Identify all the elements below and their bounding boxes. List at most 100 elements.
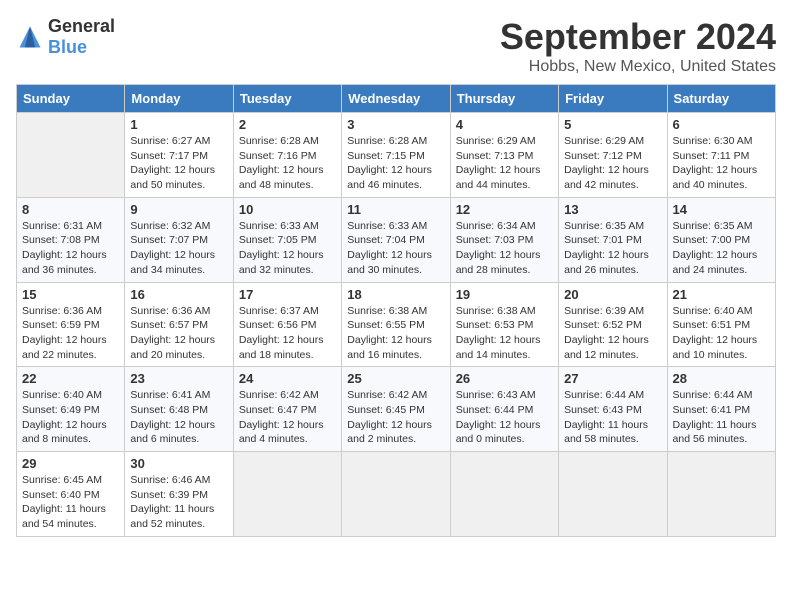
calendar-day <box>233 452 341 537</box>
calendar-day: 27 Sunrise: 6:44 AMSunset: 6:43 PMDayligh… <box>559 367 667 452</box>
calendar-day: 29 Sunrise: 6:45 AMSunset: 6:40 PMDayligh… <box>17 452 125 537</box>
calendar-header-tuesday: Tuesday <box>233 85 341 113</box>
day-detail: Sunrise: 6:34 AMSunset: 7:03 PMDaylight:… <box>456 219 553 278</box>
day-detail: Sunrise: 6:42 AMSunset: 6:47 PMDaylight:… <box>239 388 336 447</box>
calendar-day: 8 Sunrise: 6:31 AMSunset: 7:08 PMDaylight… <box>17 197 125 282</box>
day-detail: Sunrise: 6:46 AMSunset: 6:39 PMDaylight:… <box>130 473 227 532</box>
day-detail: Sunrise: 6:27 AMSunset: 7:17 PMDaylight:… <box>130 134 227 193</box>
calendar-header-saturday: Saturday <box>667 85 775 113</box>
calendar-day: 10 Sunrise: 6:33 AMSunset: 7:05 PMDayligh… <box>233 197 341 282</box>
calendar-day: 28 Sunrise: 6:44 AMSunset: 6:41 PMDayligh… <box>667 367 775 452</box>
calendar-day: 17 Sunrise: 6:37 AMSunset: 6:56 PMDayligh… <box>233 282 341 367</box>
day-number: 27 <box>564 371 661 386</box>
calendar-day: 13 Sunrise: 6:35 AMSunset: 7:01 PMDayligh… <box>559 197 667 282</box>
calendar-day: 25 Sunrise: 6:42 AMSunset: 6:45 PMDayligh… <box>342 367 450 452</box>
calendar-week-row: 8 Sunrise: 6:31 AMSunset: 7:08 PMDaylight… <box>17 197 776 282</box>
day-detail: Sunrise: 6:35 AMSunset: 7:01 PMDaylight:… <box>564 219 661 278</box>
calendar-day <box>667 452 775 537</box>
calendar-week-row: 15 Sunrise: 6:36 AMSunset: 6:59 PMDayligh… <box>17 282 776 367</box>
day-detail: Sunrise: 6:29 AMSunset: 7:13 PMDaylight:… <box>456 134 553 193</box>
day-number: 29 <box>22 456 119 471</box>
calendar-day <box>559 452 667 537</box>
day-detail: Sunrise: 6:30 AMSunset: 7:11 PMDaylight:… <box>673 134 770 193</box>
calendar-table: SundayMondayTuesdayWednesdayThursdayFrid… <box>16 84 776 537</box>
calendar-week-row: 22Sunrise: 6:40 AMSunset: 6:49 PMDayligh… <box>17 367 776 452</box>
calendar-day: 24Sunrise: 6:42 AMSunset: 6:47 PMDayligh… <box>233 367 341 452</box>
day-detail: Sunrise: 6:40 AMSunset: 6:51 PMDaylight:… <box>673 304 770 363</box>
day-detail: Sunrise: 6:36 AMSunset: 6:57 PMDaylight:… <box>130 304 227 363</box>
day-number: 18 <box>347 287 444 302</box>
day-detail: Sunrise: 6:39 AMSunset: 6:52 PMDaylight:… <box>564 304 661 363</box>
calendar-day: 18 Sunrise: 6:38 AMSunset: 6:55 PMDayligh… <box>342 282 450 367</box>
calendar-day: 16 Sunrise: 6:36 AMSunset: 6:57 PMDayligh… <box>125 282 233 367</box>
day-number: 21 <box>673 287 770 302</box>
day-number: 20 <box>564 287 661 302</box>
calendar-day: 21 Sunrise: 6:40 AMSunset: 6:51 PMDayligh… <box>667 282 775 367</box>
day-detail: Sunrise: 6:33 AMSunset: 7:05 PMDaylight:… <box>239 219 336 278</box>
logo: General Blue <box>16 16 115 58</box>
calendar-day: 19 Sunrise: 6:38 AMSunset: 6:53 PMDayligh… <box>450 282 558 367</box>
day-number: 9 <box>130 202 227 217</box>
month-title: September 2024 <box>500 16 776 58</box>
day-detail: Sunrise: 6:29 AMSunset: 7:12 PMDaylight:… <box>564 134 661 193</box>
day-detail: Sunrise: 6:28 AMSunset: 7:15 PMDaylight:… <box>347 134 444 193</box>
day-detail: Sunrise: 6:44 AMSunset: 6:43 PMDaylight:… <box>564 388 661 447</box>
calendar-day: 14 Sunrise: 6:35 AMSunset: 7:00 PMDayligh… <box>667 197 775 282</box>
day-number: 12 <box>456 202 553 217</box>
day-number: 22 <box>22 371 119 386</box>
day-number: 23 <box>130 371 227 386</box>
calendar-day: 23 Sunrise: 6:41 AMSunset: 6:48 PMDayligh… <box>125 367 233 452</box>
day-detail: Sunrise: 6:31 AMSunset: 7:08 PMDaylight:… <box>22 219 119 278</box>
calendar-day: 12 Sunrise: 6:34 AMSunset: 7:03 PMDayligh… <box>450 197 558 282</box>
calendar-day: 6 Sunrise: 6:30 AMSunset: 7:11 PMDaylight… <box>667 113 775 198</box>
day-detail: Sunrise: 6:43 AMSunset: 6:44 PMDaylight:… <box>456 388 553 447</box>
day-detail: Sunrise: 6:45 AMSunset: 6:40 PMDaylight:… <box>22 473 119 532</box>
day-detail: Sunrise: 6:32 AMSunset: 7:07 PMDaylight:… <box>130 219 227 278</box>
day-detail: Sunrise: 6:37 AMSunset: 6:56 PMDaylight:… <box>239 304 336 363</box>
calendar-header-sunday: Sunday <box>17 85 125 113</box>
calendar-day <box>17 113 125 198</box>
day-number: 13 <box>564 202 661 217</box>
day-detail: Sunrise: 6:42 AMSunset: 6:45 PMDaylight:… <box>347 388 444 447</box>
day-detail: Sunrise: 6:44 AMSunset: 6:41 PMDaylight:… <box>673 388 770 447</box>
calendar-day: 30 Sunrise: 6:46 AMSunset: 6:39 PMDayligh… <box>125 452 233 537</box>
day-number: 26 <box>456 371 553 386</box>
calendar-day: 3Sunrise: 6:28 AMSunset: 7:15 PMDaylight… <box>342 113 450 198</box>
calendar-day: 22Sunrise: 6:40 AMSunset: 6:49 PMDayligh… <box>17 367 125 452</box>
day-number: 28 <box>673 371 770 386</box>
page-header: General Blue September 2024 Hobbs, New M… <box>16 16 776 76</box>
day-number: 25 <box>347 371 444 386</box>
location-title: Hobbs, New Mexico, United States <box>500 58 776 76</box>
calendar-day <box>342 452 450 537</box>
logo-icon <box>16 23 44 51</box>
day-number: 8 <box>22 202 119 217</box>
day-number: 17 <box>239 287 336 302</box>
day-detail: Sunrise: 6:41 AMSunset: 6:48 PMDaylight:… <box>130 388 227 447</box>
day-number: 6 <box>673 117 770 132</box>
calendar-header-friday: Friday <box>559 85 667 113</box>
logo-general-text: General <box>48 16 115 36</box>
day-number: 10 <box>239 202 336 217</box>
day-number: 30 <box>130 456 227 471</box>
day-number: 15 <box>22 287 119 302</box>
calendar-day: 26 Sunrise: 6:43 AMSunset: 6:44 PMDayligh… <box>450 367 558 452</box>
calendar-day: 2Sunrise: 6:28 AMSunset: 7:16 PMDaylight… <box>233 113 341 198</box>
day-number: 14 <box>673 202 770 217</box>
calendar-week-row: 29 Sunrise: 6:45 AMSunset: 6:40 PMDayligh… <box>17 452 776 537</box>
day-number: 1 <box>130 117 227 132</box>
day-number: 16 <box>130 287 227 302</box>
calendar-day: 5 Sunrise: 6:29 AMSunset: 7:12 PMDaylight… <box>559 113 667 198</box>
day-detail: Sunrise: 6:38 AMSunset: 6:53 PMDaylight:… <box>456 304 553 363</box>
day-detail: Sunrise: 6:38 AMSunset: 6:55 PMDaylight:… <box>347 304 444 363</box>
calendar-day: 9 Sunrise: 6:32 AMSunset: 7:07 PMDaylight… <box>125 197 233 282</box>
calendar-header-monday: Monday <box>125 85 233 113</box>
day-number: 19 <box>456 287 553 302</box>
calendar-day: 4Sunrise: 6:29 AMSunset: 7:13 PMDaylight… <box>450 113 558 198</box>
calendar-day: 1 Sunrise: 6:27 AMSunset: 7:17 PMDaylight… <box>125 113 233 198</box>
day-detail: Sunrise: 6:35 AMSunset: 7:00 PMDaylight:… <box>673 219 770 278</box>
day-detail: Sunrise: 6:36 AMSunset: 6:59 PMDaylight:… <box>22 304 119 363</box>
title-area: September 2024 Hobbs, New Mexico, United… <box>500 16 776 76</box>
day-number: 5 <box>564 117 661 132</box>
calendar-week-row: 1 Sunrise: 6:27 AMSunset: 7:17 PMDaylight… <box>17 113 776 198</box>
calendar-header-thursday: Thursday <box>450 85 558 113</box>
